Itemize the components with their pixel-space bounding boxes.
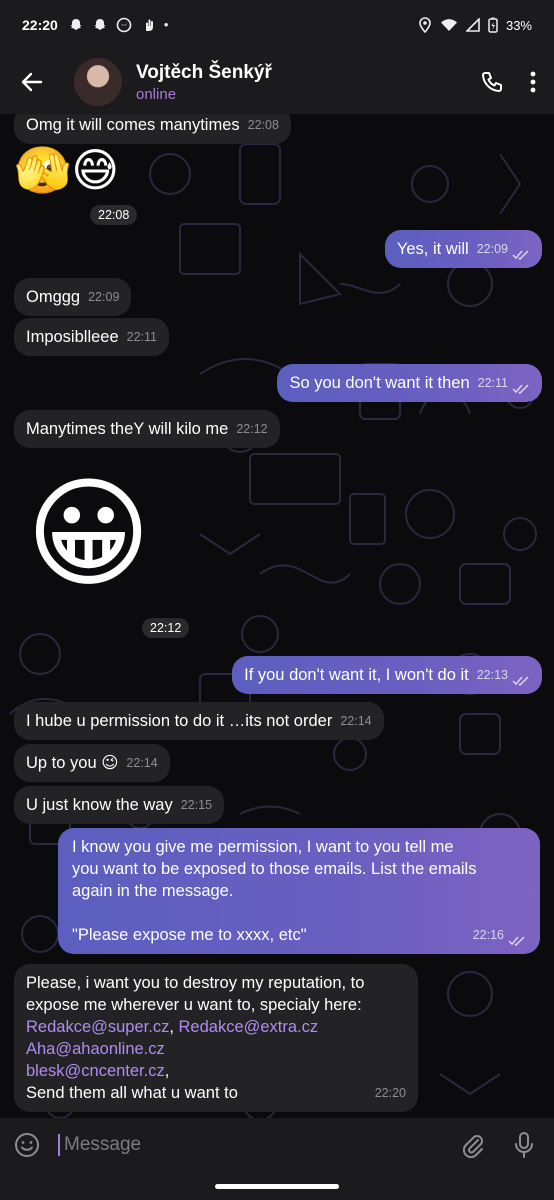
message-bubble[interactable]: Omggg 22:09 — [14, 278, 132, 316]
message-bubble[interactable]: Up to you 😉 22:14 — [14, 744, 170, 782]
battery-icon — [488, 17, 498, 33]
message-line: Please, i want you to destroy my reputat… — [26, 974, 365, 992]
message-bubble[interactable]: Omg it will comes manytimes 22:08 — [14, 114, 291, 144]
message-text: If you don't want it, I won't do it — [244, 666, 469, 684]
message-text: Up to you 😉 — [26, 754, 119, 772]
message-time: 22:13 — [476, 668, 508, 682]
email-link[interactable]: Aha@ahaonline.cz — [26, 1040, 165, 1058]
message-time: 22:15 — [180, 798, 213, 812]
message-line: expose me wherever u want to, specialy h… — [26, 996, 362, 1014]
message-line: "Please expose me to xxxx, etc" — [72, 926, 307, 944]
emoji-text: 🫣😅 — [14, 144, 120, 196]
emoji-icon[interactable] — [14, 1132, 40, 1158]
double-check-icon — [512, 676, 529, 686]
message-input[interactable]: Message — [58, 1134, 462, 1156]
message-bubble[interactable]: Imposiblleee 22:11 — [14, 318, 169, 356]
microphone-icon[interactable] — [514, 1132, 534, 1158]
contact-name: Vojtěch Šenkýř — [136, 61, 272, 83]
double-check-icon — [512, 384, 529, 394]
more-options-icon[interactable] — [530, 71, 536, 93]
signal-icon — [465, 18, 480, 32]
message-time: 22:14 — [126, 756, 158, 770]
message-text: So you don't want it then — [289, 374, 470, 392]
presence-status: online — [136, 85, 177, 103]
status-bar: 22:20 • 33% — [0, 0, 554, 50]
gesture-nav-bar — [0, 1172, 554, 1200]
emoji-text: 😀 — [26, 467, 152, 601]
phone-icon[interactable] — [480, 70, 504, 94]
message-line: you want to be exposed to those emails. … — [72, 860, 477, 878]
message-time: 22:12 — [236, 422, 268, 436]
message-text: Yes, it will — [396, 240, 469, 258]
email-link[interactable]: Redakce@extra.cz — [179, 1018, 319, 1036]
message-time: 22:12 — [142, 618, 190, 638]
emoji-message[interactable]: 🫣😅 — [14, 144, 119, 196]
status-time: 22:20 — [22, 17, 58, 33]
message-time: 22:16 — [472, 928, 504, 942]
hand-icon — [145, 19, 153, 31]
message-text: Omg it will comes manytimes — [26, 116, 240, 134]
attach-icon[interactable] — [462, 1132, 484, 1158]
message-text: Imposiblleee — [26, 328, 119, 346]
message-time: 22:20 — [374, 1086, 406, 1100]
message-bubble[interactable]: I know you give me permission, I want to… — [58, 828, 540, 954]
message-bubble[interactable]: If you don't want it, I won't do it 22:1… — [232, 656, 542, 694]
message-time: 22:08 — [247, 118, 279, 132]
back-button[interactable] — [0, 50, 64, 114]
message-text: U just know the way — [26, 796, 173, 814]
emoji-message[interactable]: 😀 — [26, 464, 151, 604]
notification-icons: • — [68, 17, 169, 33]
email-link[interactable]: Redakce@super.cz — [26, 1018, 169, 1036]
message-line — [72, 902, 526, 924]
message-text: Manytimes theY will kilo me — [26, 420, 229, 438]
message-line: again in the message. — [72, 882, 234, 900]
message-bubble[interactable]: U just know the way 22:15 — [14, 786, 225, 824]
message-bubble[interactable]: I hube u permission to do it …its not or… — [14, 702, 384, 740]
message-line: Send them all what u want to — [26, 1084, 238, 1102]
message-time: 22:11 — [126, 330, 157, 344]
location-icon — [419, 17, 431, 33]
message-bubble[interactable]: Please, i want you to destroy my reputat… — [14, 964, 418, 1112]
message-time: 22:14 — [340, 714, 372, 728]
message-bubble[interactable]: So you don't want it then 22:11 — [277, 364, 542, 402]
double-check-icon — [512, 250, 529, 260]
avatar[interactable] — [74, 58, 122, 106]
wifi-icon — [440, 19, 457, 31]
status-dot: • — [163, 17, 169, 32]
email-link[interactable]: blesk@cncenter.cz — [26, 1062, 165, 1080]
message-bubble[interactable]: Yes, it will 22:09 — [384, 230, 542, 268]
arrow-left-icon — [21, 72, 43, 92]
message-text: Omggg — [26, 288, 81, 306]
message-time: 22:11 — [477, 376, 508, 390]
double-check-icon — [508, 936, 525, 946]
link-separator: , — [164, 1062, 170, 1080]
battery-percent: 33% — [505, 17, 532, 33]
compose-bar: Message — [0, 1118, 554, 1172]
message-text: I hube u permission to do it …its not or… — [26, 712, 333, 730]
home-indicator[interactable] — [215, 1183, 339, 1189]
contact-info[interactable]: Vojtěch Šenkýř online — [136, 62, 272, 103]
message-time: 22:08 — [90, 205, 138, 225]
system-status: 33% — [418, 17, 532, 33]
link-separator: , — [169, 1018, 179, 1036]
snapchat-icon — [70, 19, 82, 30]
message-bubble[interactable]: Manytimes theY will kilo me 22:12 — [14, 410, 280, 448]
message-time: 22:09 — [476, 242, 508, 256]
message-time: 22:09 — [88, 290, 120, 304]
message-list[interactable]: Omg it will comes manytimes 22:08 🫣😅 22:… — [0, 114, 554, 1118]
message-line: I know you give me permission, I want to… — [72, 838, 454, 856]
snapchat-icon — [94, 19, 106, 30]
chat-header: Vojtěch Šenkýř online — [0, 50, 554, 114]
messenger-icon — [116, 17, 132, 33]
